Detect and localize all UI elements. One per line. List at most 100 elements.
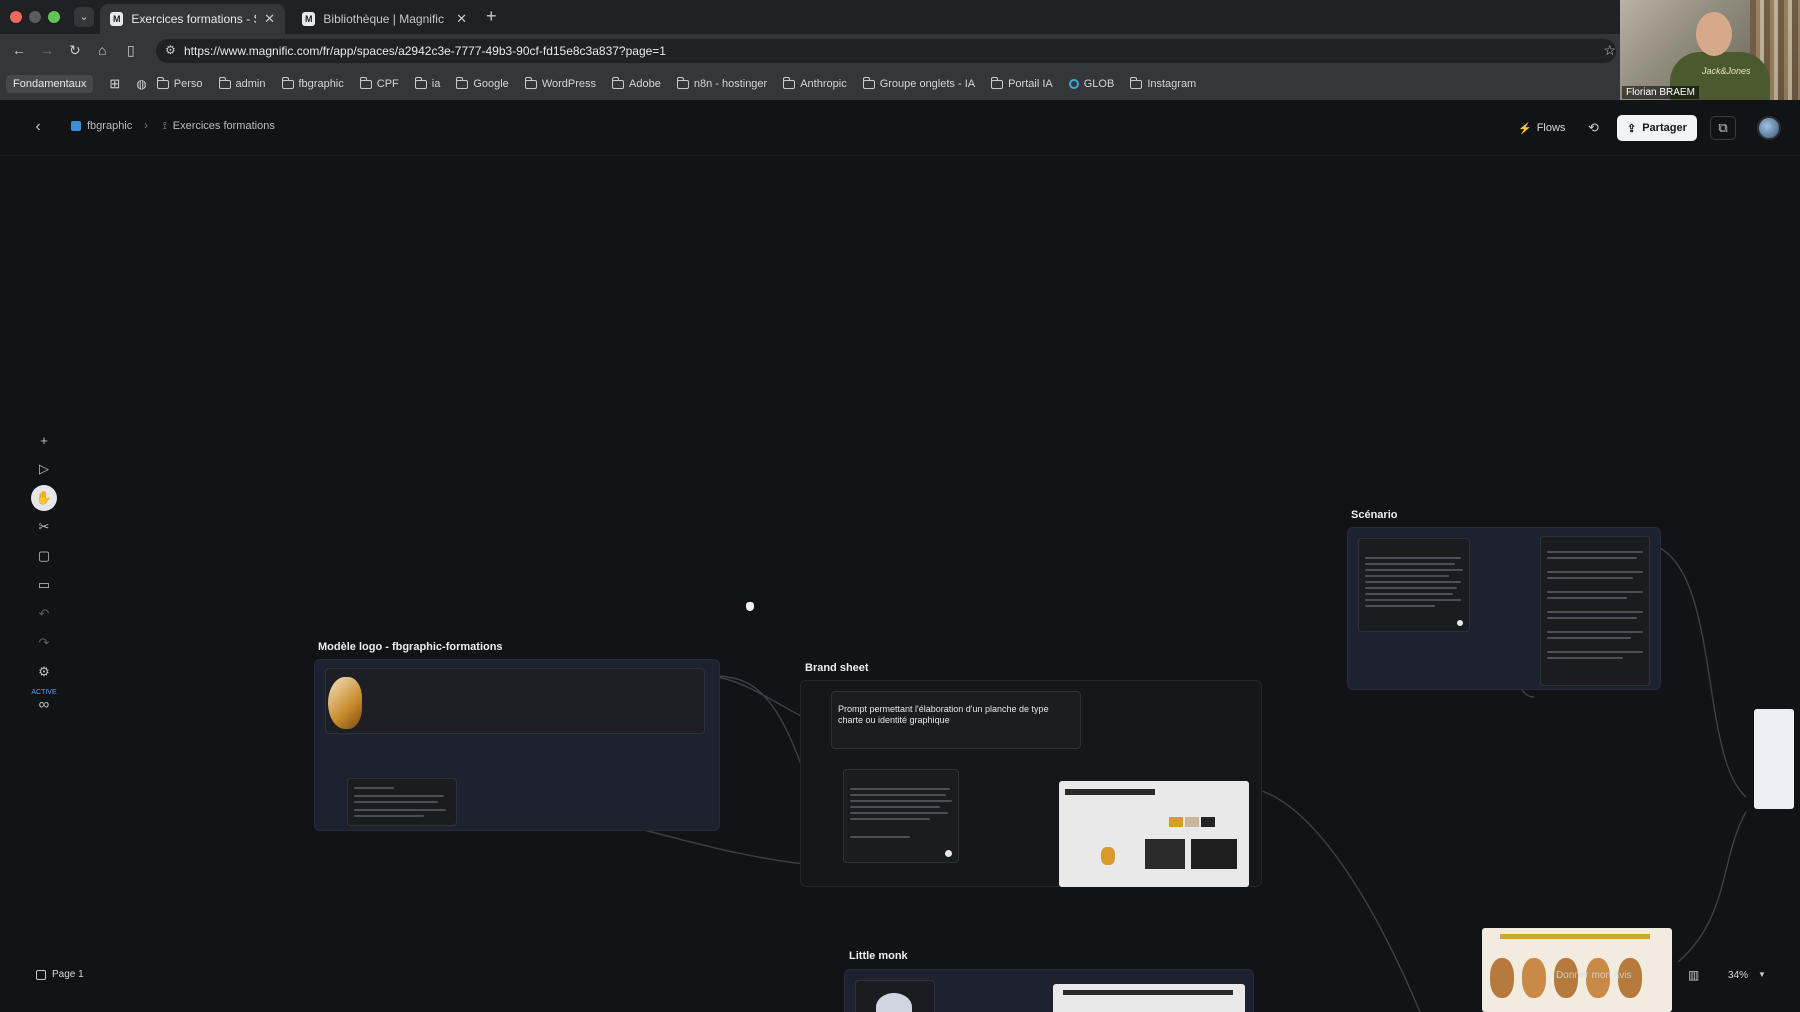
tab-bibliotheque[interactable]: M Bibliothèque | Magnific IA ✕ [292,4,477,34]
bookmark-anthropic[interactable]: Anthropic [783,76,847,90]
bookmark-label: CPF [376,78,399,90]
bookmark-wordpress[interactable]: WordPress [524,76,596,90]
bookmark-instagram[interactable]: Instagram [1130,76,1196,90]
globe-icon[interactable]: ◍ [136,77,146,91]
bookmark-portail-ia[interactable]: Portail IA [991,76,1053,90]
monk-thumbnail [876,993,912,1012]
text-line [1547,577,1633,579]
brand-sheet-preview[interactable] [1059,781,1249,887]
scissors-icon[interactable]: ✂ [31,514,57,540]
bookmark-fbgraphic[interactable]: fbgraphic [281,76,344,90]
brand-description-node[interactable] [347,778,457,826]
close-window-button[interactable] [10,11,22,23]
folder-icon [1130,76,1143,89]
monk-sheet-preview[interactable] [1053,984,1245,1012]
undo-icon[interactable]: ↶ [31,601,57,627]
group-title-scenario[interactable]: Scénario [1351,509,1397,521]
zoom-level[interactable]: 34% [1728,970,1748,981]
address-bar[interactable]: ⚙ https://www.magnific.com/fr/app/spaces… [156,39,1616,63]
flow-canvas[interactable]: + ▷ ✋ ✂ ▢ ▭ ↶ ↷ ⚙ ACTIVE ∞ Modèle logo -… [0,157,1800,1012]
new-tab-button[interactable]: + [486,6,497,27]
tab-bar: ⌄ M Exercices formations - Space ✕ M Bib… [0,0,1620,34]
group-scenario[interactable] [1347,527,1661,690]
bookmark-label: n8n - hostinger [693,78,768,90]
site-settings-icon[interactable]: ⚙ [165,43,176,57]
apps-grid-icon[interactable]: ⊞ [109,76,120,92]
tab-exercices-formations[interactable]: M Exercices formations - Space ✕ [100,4,285,34]
flow-icon: ⟟ [163,120,167,132]
breadcrumb-label: fbgraphic [87,120,133,132]
feedback-button[interactable]: ◌ Donner mon avis [1545,970,1632,981]
settings-icon[interactable]: ⚙ [31,659,57,685]
tab-close-icon[interactable]: ✕ [264,11,275,27]
group-title-brand[interactable]: Brand sheet [805,662,869,674]
run-dot-icon[interactable] [1457,620,1463,626]
group-brand-sheet[interactable]: Prompt permettant l'élaboration d'un pla… [800,680,1262,887]
offscreen-image-node[interactable] [1754,709,1794,809]
history-icon[interactable]: ⟲ [1588,116,1599,140]
bookmark-google[interactable]: Google [456,76,509,90]
text-line [850,800,952,802]
comment-icon[interactable]: ▭ [31,572,57,598]
bookmark-groupe-onglets-ia[interactable]: Groupe onglets - IA [862,76,975,90]
sidebar-panel-icon[interactable]: ▯ [127,42,135,59]
tab-search-chevron-icon[interactable]: ⌄ [74,7,94,27]
select-pointer-icon[interactable]: ▷ [31,456,57,482]
tool-rail: + ▷ ✋ ✂ ▢ ▭ ↶ ↷ ⚙ ACTIVE ∞ [30,427,58,713]
scenario-prompt-node[interactable] [1358,538,1470,632]
minimize-window-button[interactable] [29,11,41,23]
lightning-icon: ⚡ [1518,122,1532,135]
browser-chrome: ⌄ M Exercices formations - Space ✕ M Bib… [0,0,1800,100]
maximize-window-button[interactable] [48,11,60,23]
reload-icon[interactable]: ↻ [69,42,81,59]
group-title-logo[interactable]: Modèle logo - fbgraphic-formations [318,641,503,653]
bookmark-adobe[interactable]: Adobe [612,76,661,90]
bookmark-star-icon[interactable]: ☆ [1603,42,1616,59]
bookmark-label: ia [431,78,441,90]
tab-title: Bibliothèque | Magnific IA [323,12,449,26]
scenario-list-node[interactable] [1540,536,1650,686]
text-line [1547,611,1643,613]
group-logo[interactable] [314,659,720,831]
minimap-icon[interactable]: ▥ [1688,968,1699,982]
share-button[interactable]: ⇪ Partager [1617,115,1697,141]
prompt-text-node[interactable]: Prompt permettant l'élaboration d'un pla… [831,691,1081,749]
back-arrow-icon[interactable]: ← [12,42,26,58]
text-line [1365,575,1449,577]
group-title-monk[interactable]: Little monk [849,950,908,962]
folder-icon [156,76,169,89]
bookmark-fondamentaux[interactable]: Fondamentaux [6,75,94,93]
bookmark-n8n-hostinger[interactable]: n8n - hostinger [676,76,768,90]
group-little-monk[interactable] [844,969,1254,1012]
add-node-icon[interactable]: + [31,427,57,453]
flows-button[interactable]: ⚡ Flows [1518,116,1565,140]
bookmark-perso[interactable]: Perso [156,76,203,90]
redo-icon[interactable]: ↷ [31,630,57,656]
bookmark-label: fbgraphic [298,78,344,90]
breadcrumb-space[interactable]: fbgraphic [71,120,132,132]
bookmark-cpf[interactable]: CPF [359,76,399,90]
infinity-icon[interactable]: ∞ [39,696,50,713]
page-selector[interactable]: Page 1 [36,969,84,980]
back-chevron-icon[interactable]: ‹ [26,116,50,140]
present-icon[interactable]: ⧉ [1710,116,1736,140]
bookmark-admin[interactable]: admin [218,76,266,90]
bookmark-glob[interactable]: GLOB [1068,78,1114,90]
text-line [1547,657,1623,659]
share-label: Partager [1642,122,1687,134]
monk-source-node[interactable] [855,980,935,1012]
tab-close-icon[interactable]: ✕ [456,11,467,27]
forward-arrow-icon[interactable]: → [40,42,54,58]
breadcrumb-page[interactable]: ⟟ Exercices formations [163,120,275,132]
sticky-note-icon[interactable]: ▢ [31,543,57,569]
home-icon[interactable]: ⌂ [98,42,106,58]
text-line [1547,617,1637,619]
bookmark-ia[interactable]: ia [414,76,441,90]
zoom-dropdown-icon[interactable]: ▼ [1758,970,1766,979]
text-line [354,795,444,797]
run-dot-icon[interactable] [945,850,952,857]
avatar[interactable] [1757,116,1781,140]
generator-node[interactable] [843,769,959,863]
hand-icon[interactable]: ✋ [31,485,57,511]
logo-image-node[interactable] [325,668,705,734]
